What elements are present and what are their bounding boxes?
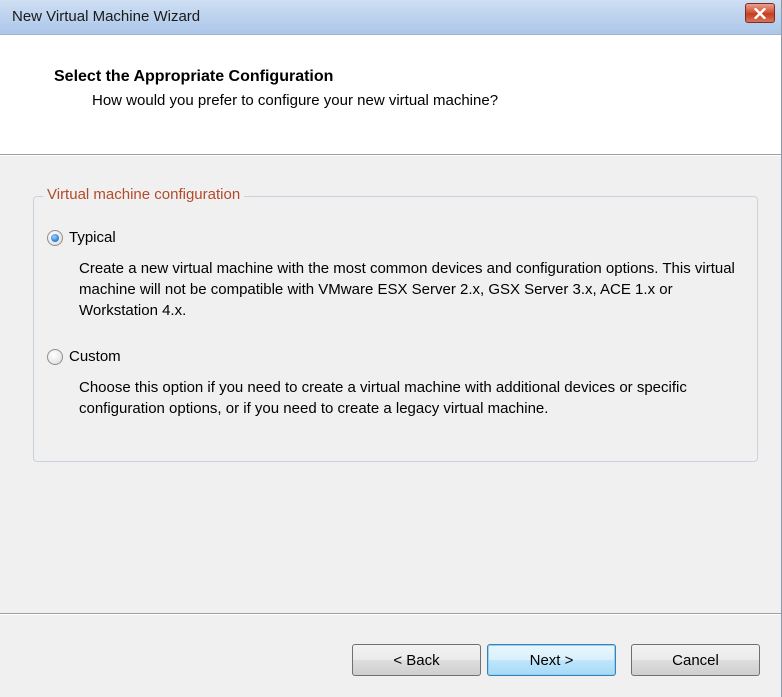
custom-description: Choose this option if you need to create… (79, 379, 687, 417)
close-icon (754, 7, 766, 19)
header-divider (0, 155, 781, 156)
configuration-group-legend: Virtual machine configuration (43, 186, 245, 203)
typical-radio[interactable] (47, 230, 63, 246)
footer-divider-highlight (0, 614, 781, 615)
back-button[interactable]: < Back (352, 644, 481, 676)
window-title: New Virtual Machine Wizard (12, 8, 201, 25)
next-button[interactable]: Next > (487, 644, 616, 676)
cancel-button[interactable]: Cancel (631, 644, 760, 676)
custom-radio[interactable] (47, 349, 63, 365)
wizard-window: New Virtual Machine Wizard Select the Ap… (0, 0, 782, 697)
typical-description: Create a new virtual machine with the mo… (79, 260, 735, 319)
page-subtitle: How would you prefer to configure your n… (92, 92, 499, 109)
title-bar[interactable]: New Virtual Machine Wizard (0, 0, 781, 35)
wizard-header: Select the Appropriate Configuration How… (0, 35, 781, 155)
custom-label[interactable]: Custom (69, 348, 121, 365)
close-button[interactable] (745, 3, 775, 23)
configuration-group (33, 196, 758, 462)
page-title: Select the Appropriate Configuration (54, 68, 334, 85)
typical-label[interactable]: Typical (69, 229, 116, 246)
